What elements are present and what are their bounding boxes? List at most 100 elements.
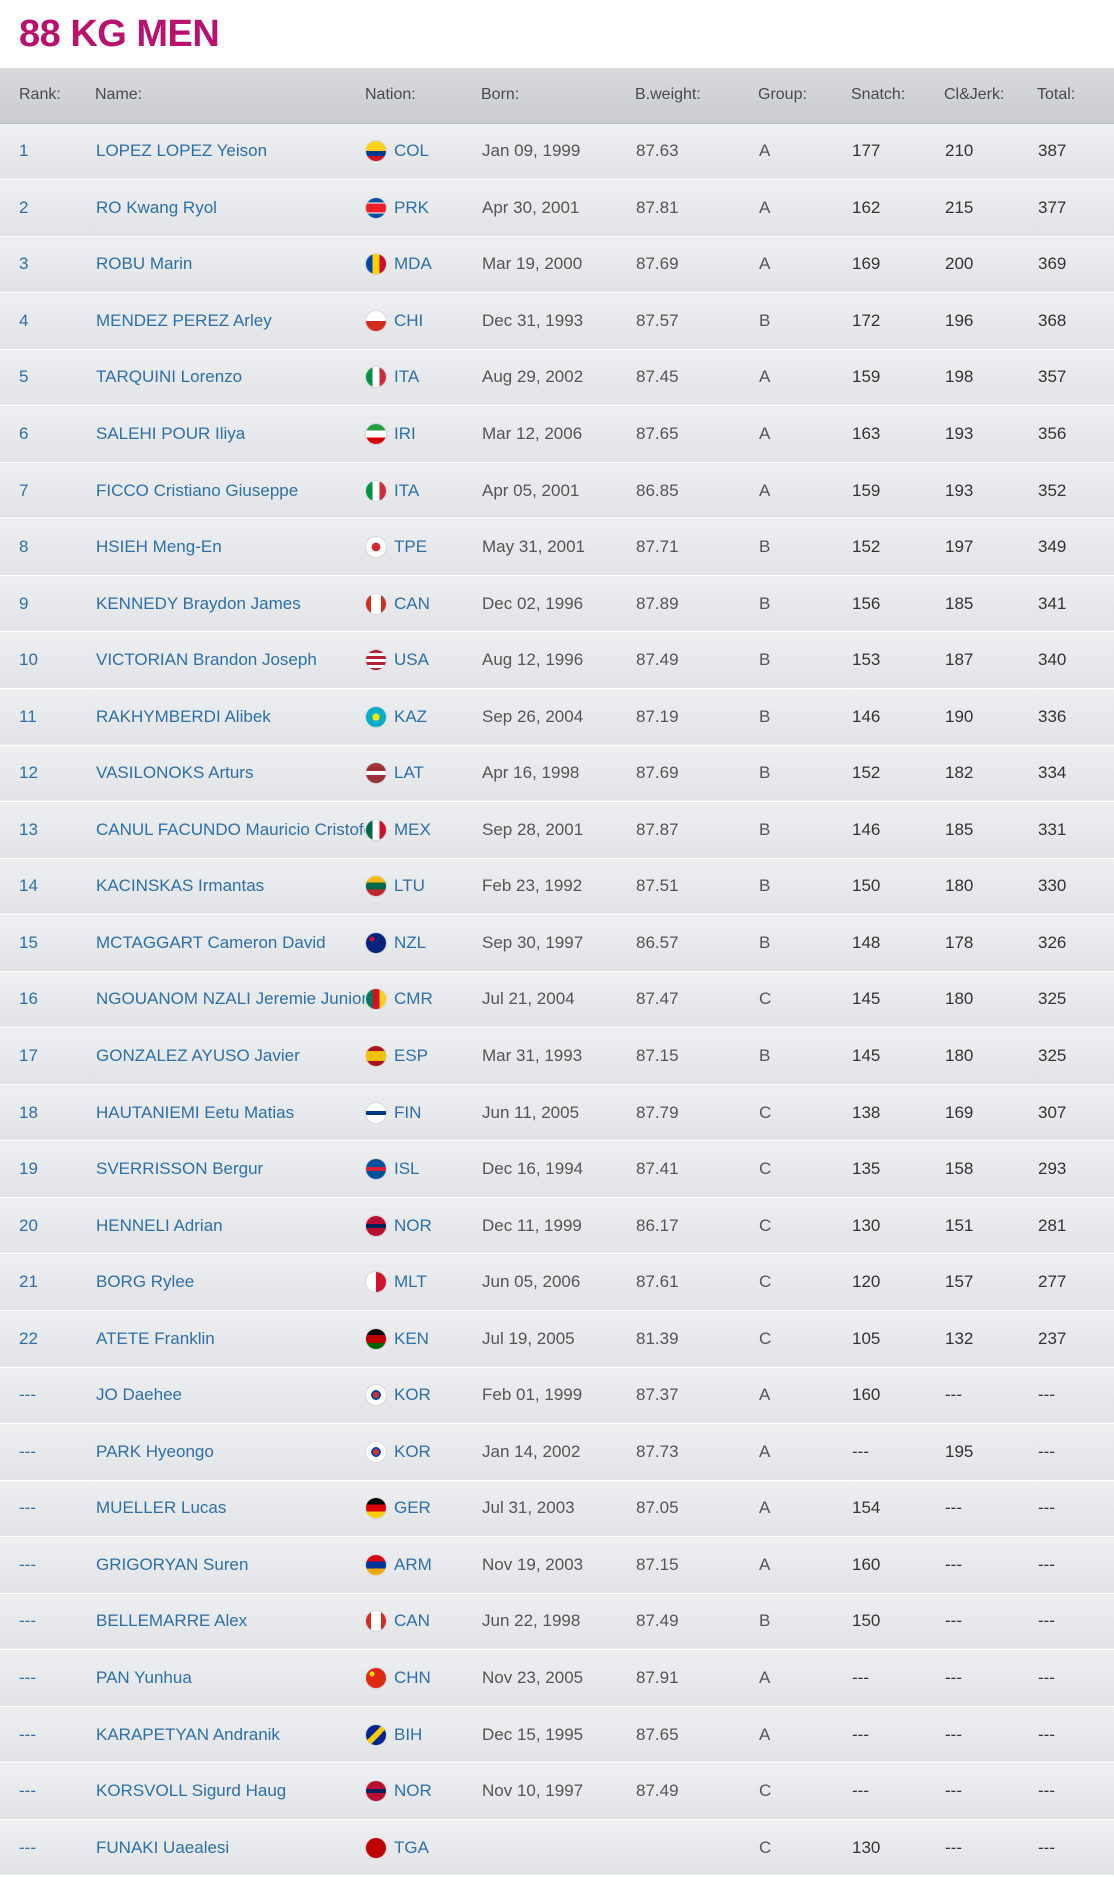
nation-cell[interactable]: KOR (365, 1367, 481, 1425)
athlete-name-link[interactable]: MENDEZ PEREZ Arley (95, 292, 365, 350)
header-clean-jerk[interactable]: Cl&Jerk: (944, 68, 1037, 124)
nation-cell[interactable]: USA (365, 631, 481, 689)
athlete-name-link[interactable]: MUELLER Lucas (95, 1480, 365, 1538)
nation-cell[interactable]: NOR (365, 1197, 481, 1255)
born-cell: Dec 16, 1994 (481, 1140, 635, 1198)
nation-cell[interactable]: CHI (365, 292, 481, 350)
athlete-name-link[interactable]: CANUL FACUNDO Mauricio Cristofer (95, 801, 365, 859)
athlete-name-link[interactable]: VICTORIAN Brandon Joseph (95, 631, 365, 689)
athlete-name-link[interactable]: ROBU Marin (95, 236, 365, 294)
athlete-name-link[interactable]: RAKHYMBERDI Alibek (95, 688, 365, 746)
athlete-name-link[interactable]: HAUTANIEMI Eetu Matias (95, 1084, 365, 1142)
nation-cell[interactable]: LTU (365, 858, 481, 916)
athlete-name-link[interactable]: SALEHI POUR Iliya (95, 405, 365, 463)
flag-icon (366, 1159, 386, 1180)
nation-cell[interactable]: LAT (365, 745, 481, 803)
nation-cell[interactable]: KAZ (365, 688, 481, 746)
header-born[interactable]: Born: (481, 68, 635, 124)
athlete-name-link[interactable]: PARK Hyeongo (95, 1423, 365, 1481)
athlete-name-link[interactable]: GONZALEZ AYUSO Javier (95, 1027, 365, 1085)
snatch-cell: 150 (851, 1593, 944, 1651)
clean-jerk-cell: --- (944, 1536, 1037, 1594)
clean-jerk-cell: --- (944, 1819, 1037, 1877)
total-cell: 341 (1037, 575, 1114, 633)
clean-jerk-cell: 193 (944, 405, 1037, 463)
nation-cell[interactable]: CAN (365, 575, 481, 633)
born-cell: Sep 26, 2004 (481, 688, 635, 746)
athlete-name-link[interactable]: FICCO Cristiano Giuseppe (95, 462, 365, 520)
athlete-name-link[interactable]: LOPEZ LOPEZ Yeison (95, 123, 365, 181)
header-rank[interactable]: Rank: (0, 68, 95, 124)
header-total[interactable]: Total: (1037, 68, 1114, 124)
athlete-name-link[interactable]: KORSVOLL Sigurd Haug (95, 1762, 365, 1820)
nation-cell[interactable]: NOR (365, 1762, 481, 1820)
table-row: 5 TARQUINI Lorenzo ITA Aug 29, 2002 87.45 A 15… (0, 349, 1114, 407)
athlete-name-link[interactable]: RO Kwang Ryol (95, 179, 365, 237)
nation-cell[interactable]: TPE (365, 518, 481, 576)
athlete-name-link[interactable]: PAN Yunhua (95, 1649, 365, 1707)
athlete-name-link[interactable]: KARAPETYAN Andranik (95, 1706, 365, 1764)
nation-cell[interactable]: CHN (365, 1649, 481, 1707)
header-name[interactable]: Name: (95, 68, 365, 124)
flag-icon (366, 1668, 386, 1689)
table-row: --- MUELLER Lucas GER Jul 31, 2003 87.05 A 154… (0, 1480, 1114, 1538)
nation-cell[interactable]: FIN (365, 1084, 481, 1142)
nation-cell[interactable]: CMR (365, 971, 481, 1029)
athlete-name-link[interactable]: BORG Rylee (95, 1253, 365, 1311)
nation-cell[interactable]: ITA (365, 462, 481, 520)
nation-cell[interactable]: GER (365, 1480, 481, 1538)
athlete-name-link[interactable]: BELLEMARRE Alex (95, 1593, 365, 1651)
header-group[interactable]: Group: (758, 68, 851, 124)
header-bodyweight[interactable]: B.weight: (635, 68, 758, 124)
nation-cell[interactable]: ITA (365, 349, 481, 407)
athlete-name-link[interactable]: ATETE Franklin (95, 1310, 365, 1368)
nation-cell[interactable]: ARM (365, 1536, 481, 1594)
bodyweight-cell: 87.81 (635, 179, 758, 237)
rank-cell: --- (0, 1367, 95, 1425)
nation-cell[interactable]: ISL (365, 1140, 481, 1198)
athlete-name-link[interactable]: GRIGORYAN Suren (95, 1536, 365, 1594)
nation-cell[interactable]: KEN (365, 1310, 481, 1368)
nation-cell[interactable]: BIH (365, 1706, 481, 1764)
clean-jerk-cell: --- (944, 1762, 1037, 1820)
group-cell: B (758, 292, 851, 350)
athlete-name-link[interactable]: HENNELI Adrian (95, 1197, 365, 1255)
snatch-cell: 145 (851, 1027, 944, 1085)
nation-wrap: LAT (366, 763, 480, 784)
group-cell: A (758, 1649, 851, 1707)
nation-cell[interactable]: COL (365, 123, 481, 181)
athlete-name-link[interactable]: KENNEDY Braydon James (95, 575, 365, 633)
clean-jerk-cell: --- (944, 1706, 1037, 1764)
nation-cell[interactable]: CAN (365, 1593, 481, 1651)
nation-cell[interactable]: IRI (365, 405, 481, 463)
group-cell: B (758, 575, 851, 633)
athlete-name-link[interactable]: NGOUANOM NZALI Jeremie Junior (95, 971, 365, 1029)
nation-cell[interactable]: TGA (365, 1819, 481, 1877)
athlete-name-link[interactable]: SVERRISSON Bergur (95, 1140, 365, 1198)
nation-wrap: TPE (366, 537, 480, 558)
total-cell: 368 (1037, 292, 1114, 350)
nation-cell[interactable]: KOR (365, 1423, 481, 1481)
nation-cell[interactable]: MEX (365, 801, 481, 859)
athlete-name-link[interactable]: KACINSKAS Irmantas (95, 858, 365, 916)
athlete-name-link[interactable]: HSIEH Meng-En (95, 518, 365, 576)
athlete-name-link[interactable]: VASILONOKS Arturs (95, 745, 365, 803)
header-snatch[interactable]: Snatch: (851, 68, 944, 124)
athlete-name-link[interactable]: FUNAKI Uaealesi (95, 1819, 365, 1877)
athlete-name-link[interactable]: TARQUINI Lorenzo (95, 349, 365, 407)
athlete-name-link[interactable]: MCTAGGART Cameron David (95, 914, 365, 972)
nation-cell[interactable]: PRK (365, 179, 481, 237)
nation-cell[interactable]: MDA (365, 236, 481, 294)
flag-icon (366, 480, 386, 501)
header-nation[interactable]: Nation: (365, 68, 481, 124)
nation-cell[interactable]: ESP (365, 1027, 481, 1085)
group-cell: B (758, 631, 851, 689)
total-cell: 307 (1037, 1084, 1114, 1142)
snatch-cell: 130 (851, 1197, 944, 1255)
clean-jerk-cell: 185 (944, 575, 1037, 633)
total-cell: 325 (1037, 1027, 1114, 1085)
athlete-name-link[interactable]: JO Daehee (95, 1367, 365, 1425)
snatch-cell: 146 (851, 688, 944, 746)
nation-cell[interactable]: MLT (365, 1253, 481, 1311)
nation-cell[interactable]: NZL (365, 914, 481, 972)
